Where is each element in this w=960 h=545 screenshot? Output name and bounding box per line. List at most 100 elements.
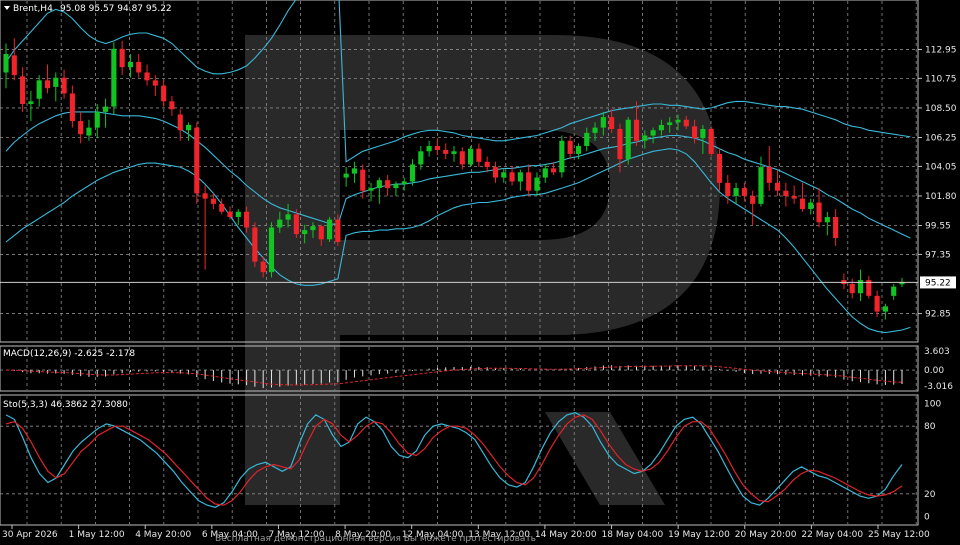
macd-tick-label: -3.016: [924, 382, 953, 392]
candle-body: [202, 193, 208, 199]
candle-body: [443, 149, 449, 154]
time-tick-label: 19 May 12:00: [668, 530, 730, 540]
demo-watermark: Бесплатная демонстрационная версия Вы мо…: [215, 534, 536, 544]
candle-body: [277, 219, 283, 228]
candle-body: [86, 127, 92, 136]
candle-body: [36, 80, 42, 99]
price-tick-label: 112.95: [925, 45, 957, 55]
candle-body: [310, 226, 316, 231]
candle-body: [53, 77, 59, 87]
candle-body: [252, 227, 258, 262]
candle-body: [849, 284, 855, 294]
stochastic-main-line: [5, 412, 903, 508]
candle-body: [808, 202, 814, 210]
stochastic-lines: [5, 412, 903, 508]
candle-body: [459, 151, 465, 165]
candle-body: [824, 216, 830, 223]
candle-body: [127, 61, 134, 68]
candle-body: [111, 48, 117, 107]
candle-body: [750, 195, 756, 204]
candle-body: [667, 122, 673, 126]
stochastic-pane-border: [0, 394, 919, 526]
stochastic-tick-label: 100: [924, 400, 941, 410]
price-tick-label: 101.80: [925, 192, 957, 202]
candle-body: [542, 168, 548, 178]
candle-body: [451, 151, 457, 154]
candle-body: [44, 80, 51, 89]
candle-body: [11, 55, 17, 76]
candle-body: [584, 132, 590, 147]
candle-body: [418, 151, 424, 165]
candle-body: [94, 111, 100, 128]
candle-body: [161, 85, 167, 102]
candle-body: [766, 167, 772, 183]
candle-body: [692, 126, 698, 139]
candle-body: [625, 119, 631, 160]
stochastic-tick-label: 0: [924, 512, 930, 522]
candle-body: [833, 216, 839, 239]
chart-svg[interactable]: Brent,H4 95.08 95.57 94.87 95.22 MACD(12…: [0, 0, 960, 545]
price-tick-label: 99.55: [925, 222, 951, 232]
bollinger-middle-line: [5, 111, 911, 239]
candle-body: [227, 211, 233, 217]
candle-body: [567, 140, 573, 154]
time-tick-label: 18 May 04:00: [602, 530, 664, 540]
candle-body: [592, 127, 598, 133]
candle-body: [609, 117, 615, 129]
stochastic-label: Sto(5,3,3) 46.3862 27.3080: [3, 400, 128, 410]
macd-pane[interactable]: MACD(12,26,9) -2.625 -2.178: [0, 345, 919, 392]
candle-body: [426, 146, 432, 152]
candle-body: [219, 203, 225, 212]
candle-body: [119, 48, 125, 68]
price-tick-label: 97.35: [925, 250, 951, 260]
stochastic-tick-label: 20: [924, 490, 936, 500]
stochastic-pane[interactable]: Sto(5,3,3) 46.3862 27.3080: [0, 394, 919, 526]
candle-body: [675, 119, 681, 123]
candle-body: [20, 76, 26, 104]
candle-body: [268, 227, 275, 273]
candle-body: [78, 121, 84, 135]
logo-letter-r: [545, 412, 665, 505]
candle-body: [343, 173, 349, 178]
candle-body: [758, 167, 764, 204]
time-tick-label: 4 May 20:00: [135, 530, 191, 540]
candle-body: [882, 306, 888, 312]
stochastic-tick-label: 80: [924, 422, 936, 432]
symbol-dropdown-icon[interactable]: [4, 6, 10, 10]
macd-tick-label: 3.603: [924, 347, 950, 357]
candle-body: [617, 128, 623, 160]
macd-tick-label: 0.00: [924, 366, 944, 376]
macd-histogram: [13, 365, 903, 389]
candle-body: [409, 164, 416, 182]
candle-body: [376, 180, 382, 189]
candle-body: [526, 172, 532, 191]
candle-body: [633, 119, 640, 141]
current-price-label: 95.22: [925, 278, 951, 288]
stochastic-axis: 100 80 20 0: [924, 400, 941, 523]
time-tick-label: 25 May 12:00: [868, 530, 930, 540]
candle-body: [476, 148, 482, 162]
candle-body: [650, 130, 656, 136]
candle-body: [600, 117, 606, 128]
candle-body: [177, 114, 183, 131]
logo-letter-p: [245, 35, 720, 505]
candle-body: [169, 101, 175, 110]
macd-grid: [0, 347, 918, 390]
candle-body: [683, 119, 689, 127]
price-tick-label: 110.75: [925, 74, 957, 84]
candle-body: [550, 168, 557, 173]
candle-body: [302, 230, 308, 235]
candle-body: [152, 80, 158, 86]
time-tick-label: 1 May 12:00: [69, 530, 125, 540]
candle-body: [484, 161, 490, 168]
candle-body: [509, 172, 515, 182]
candle-body: [501, 172, 507, 178]
macd-axis: 3.603 0.00 -3.016: [924, 347, 953, 392]
candle-body: [69, 93, 75, 122]
symbol-label: Brent,H4: [13, 4, 53, 14]
candle-body: [194, 127, 200, 194]
candle-body: [401, 181, 407, 185]
candle-body: [468, 148, 474, 165]
stochastic-signal-line: [5, 414, 903, 506]
macd-label: MACD(12,26,9) -2.625 -2.178: [3, 349, 135, 359]
